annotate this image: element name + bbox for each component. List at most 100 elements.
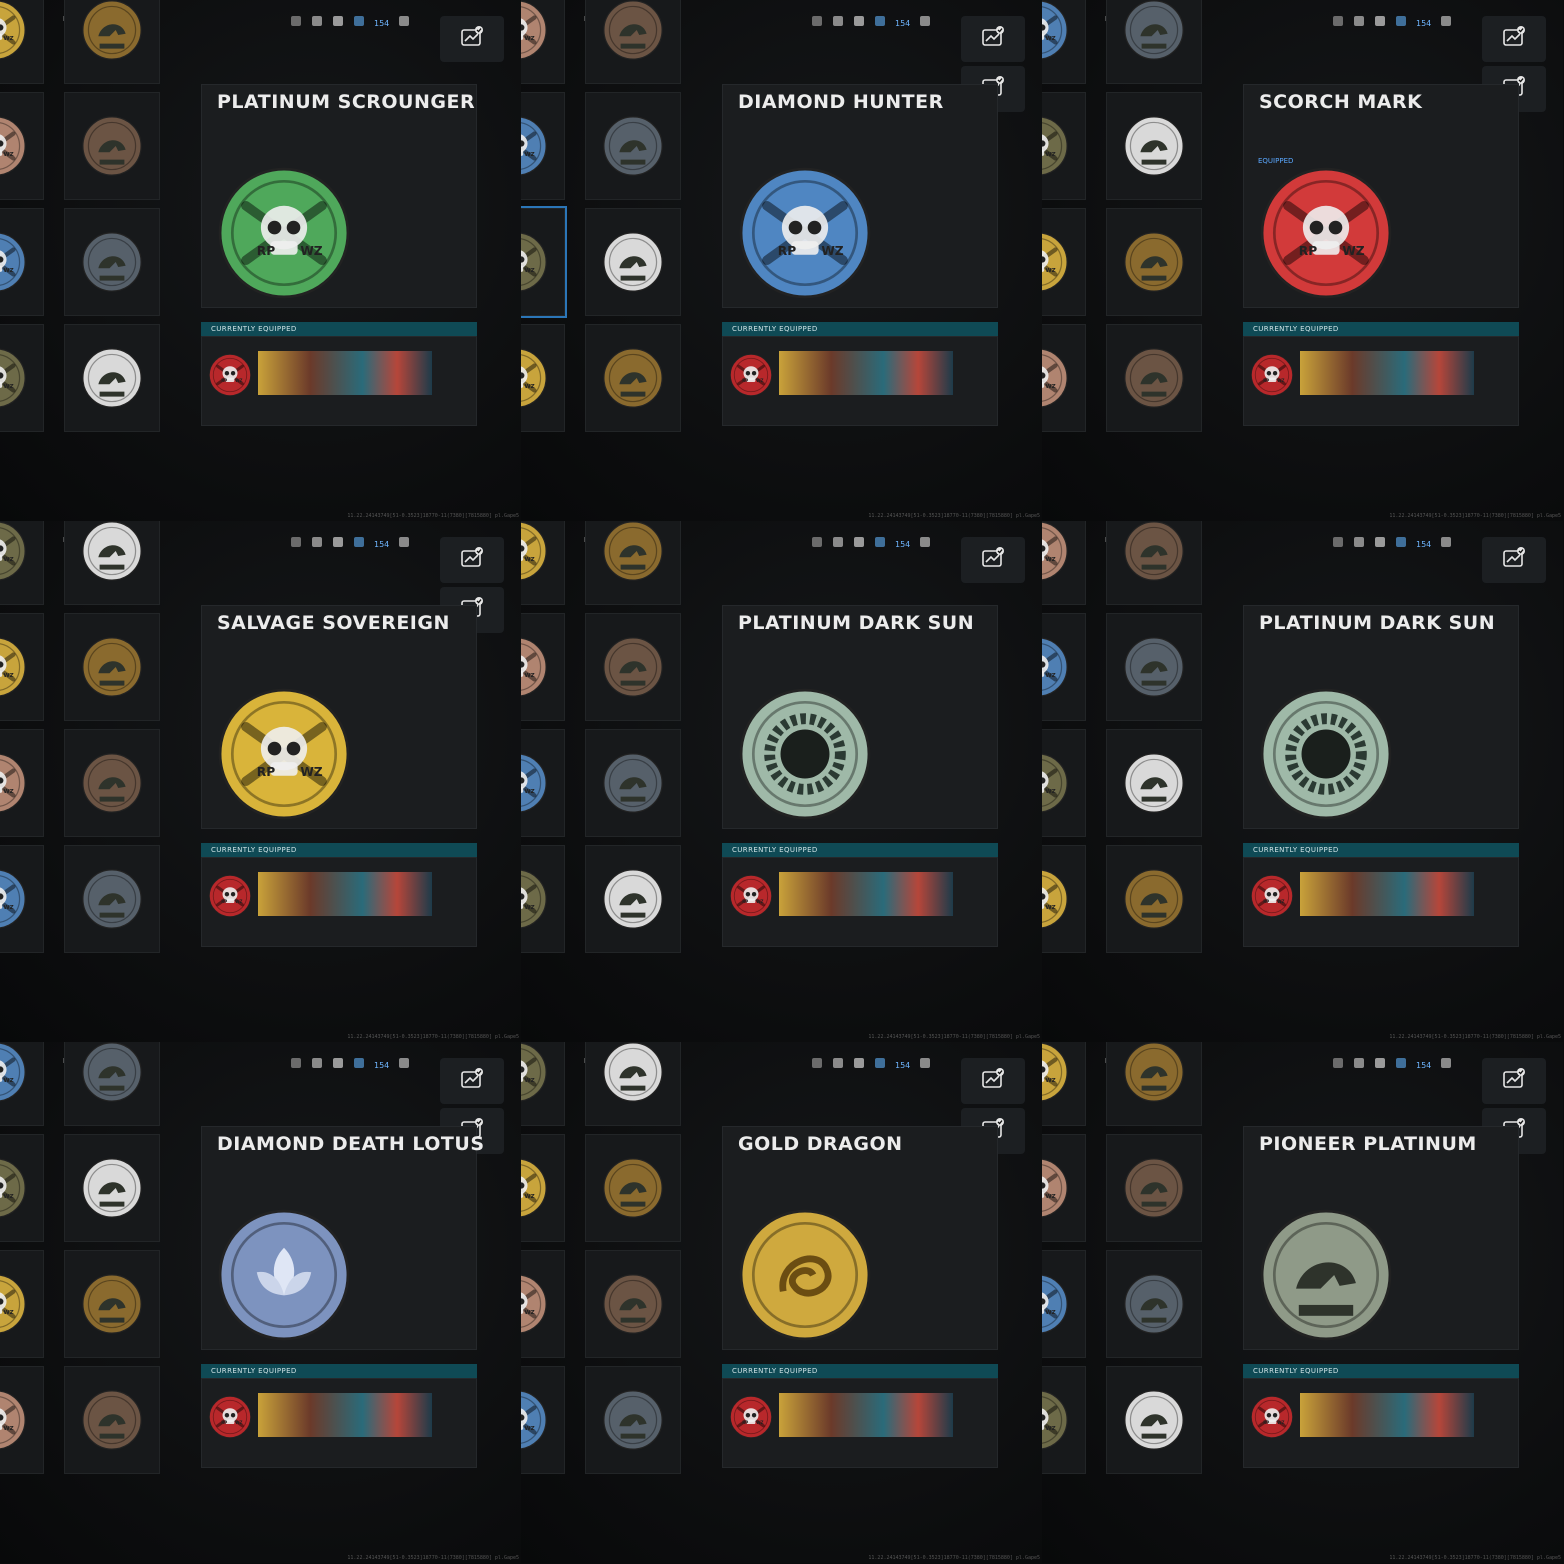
emblem-list-cell[interactable] [1106, 324, 1202, 432]
player-avatar-icon[interactable] [1395, 1056, 1407, 1074]
emblem-list-cell[interactable] [585, 92, 681, 200]
notifications-icon[interactable] [1374, 535, 1386, 553]
controller-icon[interactable] [811, 1056, 823, 1074]
emblem-list-cell[interactable]: RP WZ [0, 1250, 44, 1358]
emblem-list-cell[interactable]: RP WZ [0, 1042, 44, 1126]
emblem-list-cell[interactable]: RP WZ [521, 521, 565, 605]
emblem-list-cell[interactable] [1106, 845, 1202, 953]
emblem-list-cell[interactable] [64, 1042, 160, 1126]
emblem-list-cell[interactable] [585, 1366, 681, 1474]
stats-chart-button[interactable] [440, 537, 504, 583]
emblem-list-cell[interactable] [1106, 92, 1202, 200]
emblem-list-cell[interactable]: RP WZ [1042, 521, 1086, 605]
friends-icon[interactable] [398, 535, 410, 553]
emblem-list-cell[interactable]: RP WZ [1042, 845, 1086, 953]
notifications-icon[interactable] [853, 14, 865, 32]
friends-icon[interactable] [919, 14, 931, 32]
emblem-list-cell[interactable]: RP WZ [0, 208, 44, 316]
equipped-calling-card[interactable] [258, 1393, 432, 1437]
emblem-list-cell[interactable]: RP WZ [521, 0, 565, 84]
emblem-list-cell[interactable]: RP WZ [1042, 1366, 1086, 1474]
notifications-icon[interactable] [853, 535, 865, 553]
equipped-calling-card[interactable] [258, 351, 432, 395]
emblem-list-cell[interactable] [64, 521, 160, 605]
emblem-list-cell[interactable]: RP WZ [0, 92, 44, 200]
notifications-icon[interactable] [332, 14, 344, 32]
stats-chart-button[interactable] [440, 1058, 504, 1104]
emblem-list-cell[interactable] [1106, 613, 1202, 721]
stats-chart-button[interactable] [961, 537, 1025, 583]
apps-icon[interactable] [832, 535, 844, 553]
equipped-calling-card[interactable] [1300, 1393, 1474, 1437]
emblem-list-cell[interactable]: RP WZ [521, 324, 565, 432]
emblem-list-cell[interactable]: RP WZ [1042, 324, 1086, 432]
emblem-list-cell[interactable]: RP WZ [521, 729, 565, 837]
emblem-list-cell[interactable]: RP WZ [0, 729, 44, 837]
emblem-list-cell[interactable] [1106, 729, 1202, 837]
emblem-list-cell[interactable]: RP WZ [0, 1366, 44, 1474]
notifications-icon[interactable] [1374, 14, 1386, 32]
equipped-emblem-icon[interactable]: RP WZ [1250, 874, 1294, 918]
controller-icon[interactable] [811, 14, 823, 32]
emblem-list-cell[interactable]: RP WZ [1042, 208, 1086, 316]
player-avatar-icon[interactable] [874, 14, 886, 32]
emblem-list-cell[interactable] [64, 1250, 160, 1358]
emblem-list-cell[interactable] [64, 1134, 160, 1242]
player-avatar-icon[interactable] [353, 535, 365, 553]
equipped-calling-card[interactable] [1300, 351, 1474, 395]
controller-icon[interactable] [290, 535, 302, 553]
equipped-calling-card[interactable] [779, 351, 953, 395]
notifications-icon[interactable] [853, 1056, 865, 1074]
emblem-list-cell[interactable]: RP WZ [521, 92, 565, 200]
emblem-list-cell[interactable]: RP WZ [1042, 729, 1086, 837]
emblem-list-cell[interactable]: RP WZ [521, 1042, 565, 1126]
friends-icon[interactable] [1440, 1056, 1452, 1074]
emblem-list-cell[interactable]: RP WZ [1042, 613, 1086, 721]
equipped-calling-card[interactable] [258, 872, 432, 916]
apps-icon[interactable] [1353, 535, 1365, 553]
controller-icon[interactable] [1332, 535, 1344, 553]
controller-icon[interactable] [290, 1056, 302, 1074]
equipped-calling-card[interactable] [779, 872, 953, 916]
controller-icon[interactable] [1332, 1056, 1344, 1074]
emblem-list-cell[interactable] [1106, 1134, 1202, 1242]
player-avatar-icon[interactable] [353, 1056, 365, 1074]
emblem-list-cell[interactable]: RP WZ [521, 845, 565, 953]
emblem-list-cell[interactable] [64, 613, 160, 721]
emblem-list-cell[interactable] [64, 729, 160, 837]
emblem-list-cell[interactable]: RP WZ [1042, 1042, 1086, 1126]
emblem-list-cell[interactable] [585, 1042, 681, 1126]
emblem-list-cell[interactable] [64, 92, 160, 200]
emblem-list-cell[interactable] [585, 324, 681, 432]
stats-chart-button[interactable] [961, 1058, 1025, 1104]
controller-icon[interactable] [1332, 14, 1344, 32]
emblem-list-cell[interactable] [64, 208, 160, 316]
stats-chart-button[interactable] [1482, 537, 1546, 583]
emblem-list-cell[interactable]: RP WZ [521, 1250, 565, 1358]
apps-icon[interactable] [832, 14, 844, 32]
controller-icon[interactable] [811, 535, 823, 553]
emblem-list-cell[interactable] [1106, 1250, 1202, 1358]
equipped-emblem-icon[interactable]: RP WZ [1250, 1395, 1294, 1439]
apps-icon[interactable] [1353, 1056, 1365, 1074]
equipped-emblem-icon[interactable]: RP WZ [729, 874, 773, 918]
friends-icon[interactable] [1440, 535, 1452, 553]
emblem-list-cell[interactable]: RP WZ [1042, 1134, 1086, 1242]
notifications-icon[interactable] [332, 1056, 344, 1074]
apps-icon[interactable] [832, 1056, 844, 1074]
emblem-list-cell[interactable]: RP WZ [521, 613, 565, 721]
emblem-list-cell[interactable] [64, 0, 160, 84]
emblem-list-cell[interactable]: RP WZ [521, 206, 567, 318]
emblem-list-cell[interactable]: RP WZ [1042, 1250, 1086, 1358]
stats-chart-button[interactable] [440, 16, 504, 62]
apps-icon[interactable] [311, 14, 323, 32]
emblem-list-cell[interactable] [64, 845, 160, 953]
emblem-list-cell[interactable] [585, 1250, 681, 1358]
emblem-list-cell[interactable]: RP WZ [521, 1134, 565, 1242]
emblem-list-cell[interactable] [1106, 1042, 1202, 1126]
emblem-list-cell[interactable] [1106, 0, 1202, 84]
player-avatar-icon[interactable] [1395, 14, 1407, 32]
equipped-calling-card[interactable] [779, 1393, 953, 1437]
emblem-list-cell[interactable]: RP WZ [0, 613, 44, 721]
equipped-emblem-icon[interactable]: RP WZ [729, 353, 773, 397]
